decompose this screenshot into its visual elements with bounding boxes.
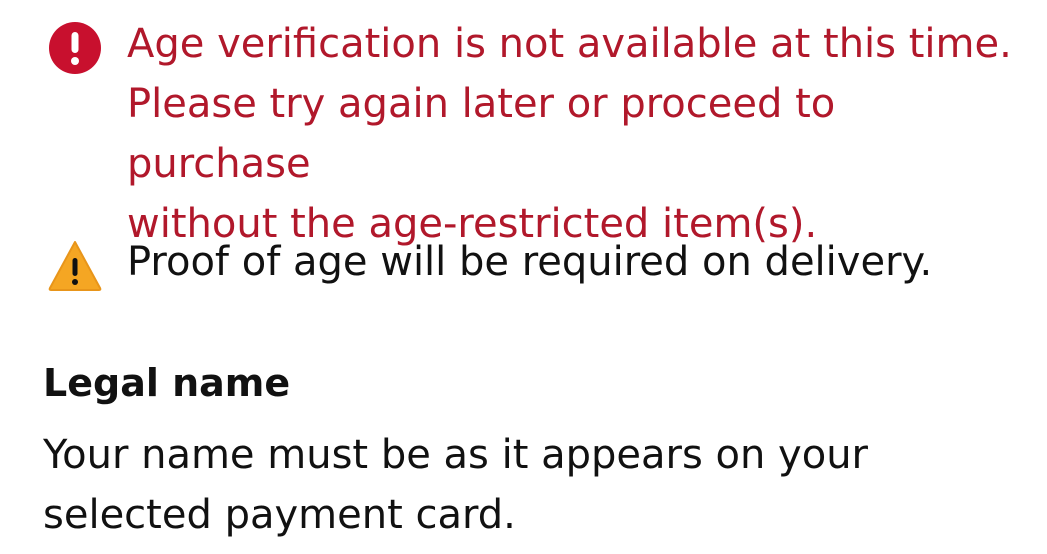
error-message-line: Age verification is not available at thi… xyxy=(127,21,1012,67)
proof-of-age-warning-alert: Proof of age will be required on deliver… xyxy=(47,232,1027,294)
legal-name-description-line: selected payment card. xyxy=(43,492,516,538)
legal-name-description-line: Your name must be as it appears on your xyxy=(43,432,868,478)
warning-message: Proof of age will be required on deliver… xyxy=(127,239,933,285)
warning-triangle-icon xyxy=(47,238,103,294)
age-verification-error-alert: Age verification is not available at thi… xyxy=(47,14,1027,254)
legal-name-description: Your name must be as it appears on your … xyxy=(43,425,1023,545)
exclamation-circle-icon xyxy=(47,20,103,76)
legal-name-heading: Legal name xyxy=(43,361,291,405)
error-message-line: Please try again later or proceed to pur… xyxy=(127,81,836,187)
error-message: Age verification is not available at thi… xyxy=(127,14,1027,254)
